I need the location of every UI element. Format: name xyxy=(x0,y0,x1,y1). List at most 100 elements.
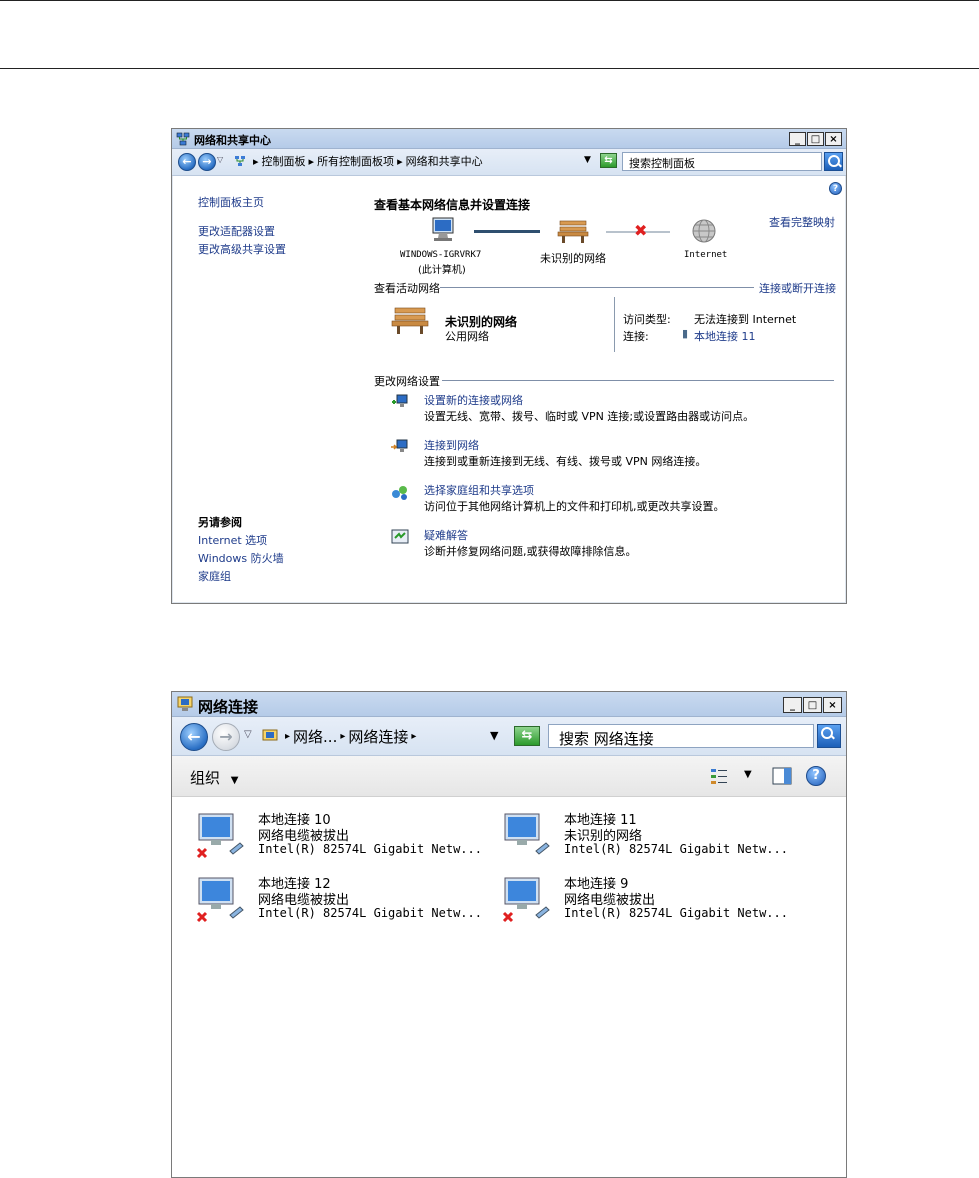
connect-network-icon xyxy=(391,439,408,452)
titlebar[interactable]: 网络和共享中心 _ □ × xyxy=(172,129,846,149)
bench-network-large-icon xyxy=(391,307,429,334)
network-adapter-icon xyxy=(196,877,244,923)
list-item[interactable]: 本地连接 11 未识别的网络 Intel(R) 82574L Gigabit N… xyxy=(502,809,802,869)
network-adapter-icon xyxy=(502,877,550,923)
change-adapter-settings-link[interactable]: 更改适配器设置 xyxy=(198,223,275,239)
page-rule-top xyxy=(0,0,979,1)
network-connections-window: 网络连接 _ □ × ← → ▽ ▸ 网络... ▸ 网络连接 ▸ ▼ ⇆ 搜索 网… xyxy=(171,691,847,1178)
task-desc: 诊断并修复网络问题,或获得故障排除信息。 xyxy=(424,545,637,558)
connection-device: Intel(R) 82574L Gigabit Netw... xyxy=(258,842,482,856)
troubleshoot-icon xyxy=(391,529,409,544)
search-input[interactable]: 搜索控制面板 xyxy=(622,152,822,171)
internet-options-link[interactable]: Internet 选项 xyxy=(198,532,267,548)
search-input[interactable]: 搜索 网络连接 xyxy=(548,724,814,748)
view-options-icon[interactable] xyxy=(710,767,728,785)
task-title[interactable]: 连接到网络 xyxy=(424,437,479,453)
network-center-icon xyxy=(176,132,190,146)
breadcrumb-item[interactable]: 网络... xyxy=(293,726,337,747)
address-dropdown-icon[interactable]: ▼ xyxy=(584,155,591,165)
homegroup-link[interactable]: 家庭组 xyxy=(198,568,231,584)
titlebar[interactable]: 网络连接 _ □ × xyxy=(172,692,846,717)
close-button[interactable]: × xyxy=(825,132,842,146)
globe-icon xyxy=(692,219,716,243)
task-title[interactable]: 疑难解答 xyxy=(424,527,468,543)
window-title: 网络和共享中心 xyxy=(194,134,271,147)
task-desc: 访问位于其他网络计算机上的文件和打印机,或更改共享设置。 xyxy=(424,500,725,513)
forward-button[interactable]: → xyxy=(198,153,216,171)
task-desc: 设置无线、宽带、拨号、临时或 VPN 连接;或设置路由器或访问点。 xyxy=(424,410,755,423)
connection-device: Intel(R) 82574L Gigabit Netw... xyxy=(564,842,788,856)
control-panel-home-link[interactable]: 控制面板主页 xyxy=(198,194,264,210)
change-settings-heading: 更改网络设置 xyxy=(374,375,440,388)
back-button[interactable]: ← xyxy=(180,723,208,751)
control-panel-icon xyxy=(235,156,245,166)
access-type-label: 访问类型: xyxy=(623,313,671,326)
connection-device: Intel(R) 82574L Gigabit Netw... xyxy=(258,906,482,920)
forward-button[interactable]: → xyxy=(212,723,240,751)
maximize-button[interactable]: □ xyxy=(803,697,822,713)
history-dropdown-icon[interactable]: ▽ xyxy=(217,155,223,164)
section-divider xyxy=(442,380,834,381)
computer-icon xyxy=(432,217,454,241)
local-connection-link[interactable]: 本地连接 11 xyxy=(694,328,756,344)
address-bar: ← → ▽ ▸ 控制面板 ▸ 所有控制面板项 ▸ 网络和共享中心 ▼ ⇆ 搜索控制面板 xyxy=(172,149,846,176)
task-desc: 连接到或重新连接到无线、有线、拨号或 VPN 网络连接。 xyxy=(424,455,707,468)
breadcrumb-item[interactable]: 网络和共享中心 xyxy=(406,153,483,169)
back-button[interactable]: ← xyxy=(178,153,196,171)
breadcrumb-item[interactable]: 所有控制面板项 xyxy=(317,153,394,169)
address-bar: ← → ▽ ▸ 网络... ▸ 网络连接 ▸ ▼ ⇆ 搜索 网络连接 xyxy=(172,717,846,756)
content-area: ? 控制面板主页 更改适配器设置 更改高级共享设置 另请参阅 Internet … xyxy=(172,176,846,603)
command-bar: 组织 ▼ ▼ ? xyxy=(172,756,846,797)
vertical-divider xyxy=(614,297,615,352)
help-icon[interactable]: ? xyxy=(806,766,826,786)
preview-pane-icon[interactable] xyxy=(772,767,792,785)
breadcrumb-item[interactable]: 控制面板 xyxy=(262,153,306,169)
address-dropdown-icon[interactable]: ▼ xyxy=(490,729,498,742)
window-title: 网络连接 xyxy=(198,698,259,716)
windows-firewall-link[interactable]: Windows 防火墙 xyxy=(198,550,284,566)
breadcrumb-item[interactable]: 网络连接 xyxy=(348,726,408,747)
list-item[interactable]: 本地连接 9 网络电缆被拔出 Intel(R) 82574L Gigabit N… xyxy=(502,873,802,933)
network-adapter-icon xyxy=(196,813,244,859)
close-button[interactable]: × xyxy=(823,697,842,713)
task-title[interactable]: 设置新的连接或网络 xyxy=(424,392,523,408)
refresh-button[interactable]: ⇆ xyxy=(600,153,617,168)
maximize-button[interactable]: □ xyxy=(807,132,824,146)
access-type-value: 无法连接到 Internet xyxy=(694,313,797,326)
breadcrumb[interactable]: ▸ 网络... ▸ 网络连接 ▸ xyxy=(258,723,504,749)
advanced-sharing-settings-link[interactable]: 更改高级共享设置 xyxy=(198,241,286,257)
connections-list: 本地连接 10 网络电缆被拔出 Intel(R) 82574L Gigabit … xyxy=(172,797,846,1177)
computer-name-label: WINDOWS-IGRVRK7 xyxy=(400,250,482,260)
view-full-map-link[interactable]: 查看完整映射 xyxy=(769,214,835,230)
breadcrumb[interactable]: ▸ 控制面板 ▸ 所有控制面板项 ▸ 网络和共享中心 xyxy=(230,152,598,170)
minimize-button[interactable]: _ xyxy=(783,697,802,713)
network-connections-icon xyxy=(177,696,193,711)
computer-sub-label: (此计算机) xyxy=(418,265,466,276)
network-map-label: 未识别的网络 xyxy=(540,252,606,265)
refresh-button[interactable]: ⇆ xyxy=(514,726,540,746)
internet-map-label: Internet xyxy=(684,250,728,260)
minimize-button[interactable]: _ xyxy=(789,132,806,146)
help-icon[interactable]: ? xyxy=(829,182,842,195)
search-button[interactable] xyxy=(817,724,841,748)
new-connection-icon xyxy=(392,394,408,407)
section-divider xyxy=(440,287,754,288)
network-sharing-center-window: 网络和共享中心 _ □ × ← → ▽ ▸ 控制面板 ▸ 所有控制面板项 ▸ 网络和共… xyxy=(171,128,847,604)
list-item[interactable]: 本地连接 12 网络电缆被拔出 Intel(R) 82574L Gigabit … xyxy=(196,873,496,933)
homegroup-icon xyxy=(392,486,407,500)
task-title[interactable]: 选择家庭组和共享选项 xyxy=(424,482,534,498)
map-connector-line xyxy=(474,230,540,233)
page-rule-bottom xyxy=(0,68,979,69)
view-dropdown-icon[interactable]: ▼ xyxy=(744,769,752,780)
page-heading: 查看基本网络信息并设置连接 xyxy=(374,198,531,212)
list-item[interactable]: 本地连接 10 网络电缆被拔出 Intel(R) 82574L Gigabit … xyxy=(196,809,496,869)
network-folder-icon xyxy=(262,729,278,741)
bench-network-icon xyxy=(557,220,589,243)
disconnected-x-icon: ✖ xyxy=(634,221,648,240)
see-also-heading: 另请参阅 xyxy=(198,516,242,529)
history-dropdown-icon[interactable]: ▽ xyxy=(244,729,252,740)
search-button[interactable] xyxy=(824,152,843,171)
organize-button[interactable]: 组织 ▼ xyxy=(190,767,239,788)
connection-device: Intel(R) 82574L Gigabit Netw... xyxy=(564,906,788,920)
connect-disconnect-link[interactable]: 连接或断开连接 xyxy=(759,280,836,296)
